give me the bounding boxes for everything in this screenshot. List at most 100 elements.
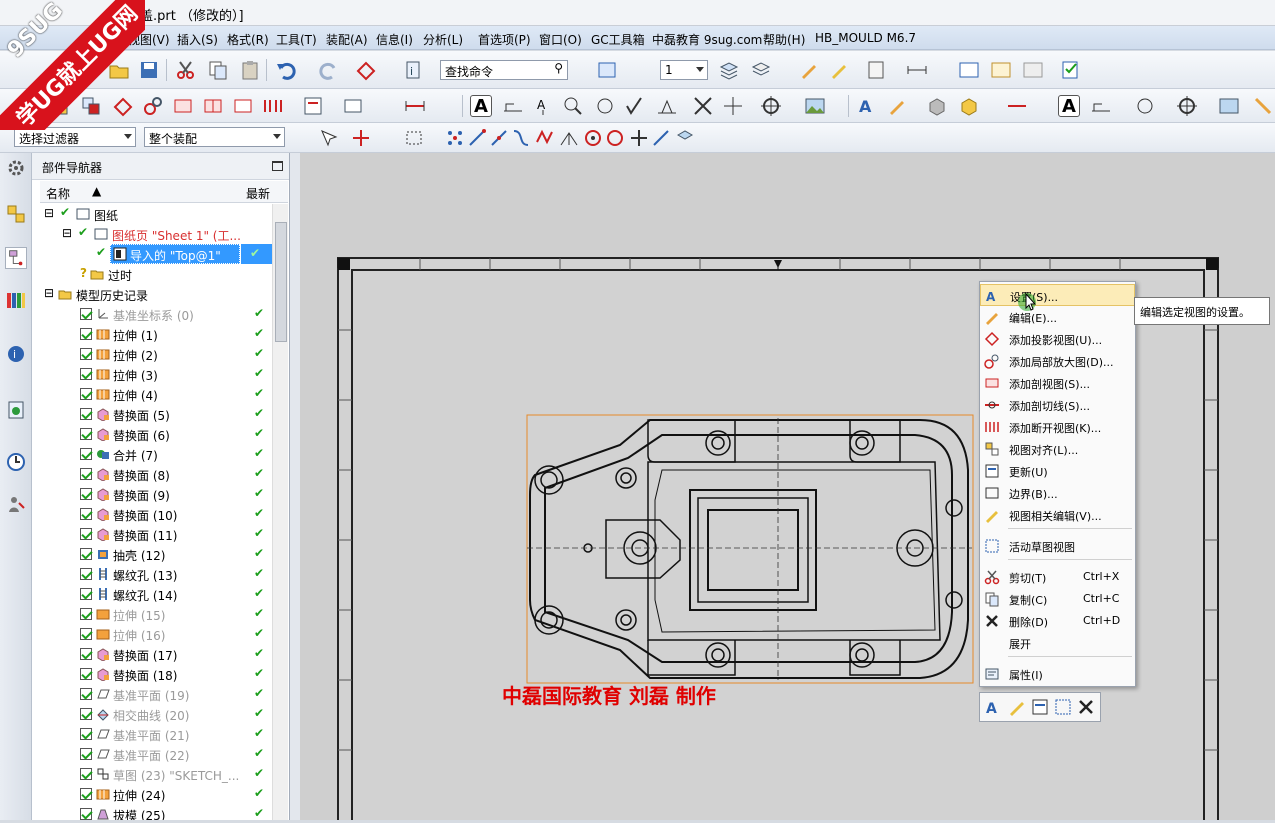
tree-item-model-history[interactable]: ⊟ 模型历史记录 (40, 284, 272, 304)
menu-analysis[interactable]: 分析(L) (423, 31, 463, 48)
gear-icon[interactable] (5, 157, 27, 179)
tree-item-drawing[interactable]: ⊟ ✔ 图纸 (40, 204, 272, 224)
info-icon[interactable]: i (402, 59, 424, 81)
select-feature-icon[interactable] (318, 127, 340, 149)
point-on-surface-icon[interactable] (674, 127, 696, 149)
intersection-icon[interactable] (534, 127, 556, 149)
tree-item-feature[interactable]: 拉伸 (24) ✔ (40, 784, 272, 804)
weld-symbol-icon[interactable] (656, 95, 678, 117)
work-layer-select[interactable]: 1 (660, 60, 708, 80)
revolved-section-icon[interactable] (232, 95, 254, 117)
menu-insert[interactable]: 插入(S) (177, 31, 218, 48)
symbol-icon[interactable] (594, 95, 616, 117)
rect-select-icon[interactable] (404, 127, 426, 149)
layer-settings-icon[interactable] (718, 59, 740, 81)
reuse-library-icon[interactable] (5, 289, 27, 311)
bolt-circle-icon[interactable] (722, 95, 744, 117)
tree-item-feature[interactable]: 拔模 (25) ✔ (40, 804, 272, 820)
projected-view-icon[interactable] (112, 95, 134, 117)
tree-item-feature[interactable]: 基准平面 (19) ✔ (40, 684, 272, 704)
menu-help[interactable]: 帮助(H) (763, 31, 805, 48)
datum-feature-icon[interactable]: A (532, 95, 554, 117)
scrollbar-thumb[interactable] (275, 222, 287, 342)
arc-center-icon[interactable] (558, 127, 580, 149)
menu-view[interactable]: 视图(V) (128, 31, 170, 48)
menu-assembly[interactable]: 装配(A) (326, 31, 368, 48)
half-section-icon[interactable] (202, 95, 224, 117)
menu-item-settings[interactable]: A设置(S)... (980, 284, 1135, 306)
note-2-icon[interactable]: A (1058, 95, 1080, 117)
tree-item-sheet[interactable]: ⊟ ✔ 图纸页 "Sheet 1" (工... (40, 224, 272, 244)
menu-item-add-section-line[interactable]: 添加剖切线(S)... (980, 394, 1135, 416)
menu-item-view-align[interactable]: 视图对齐(L)... (980, 438, 1135, 460)
tree-item-feature[interactable]: 替换面 (17) ✔ (40, 644, 272, 664)
sort-ascending-icon[interactable]: ▲ (92, 184, 101, 198)
mini-edit-icon[interactable] (1006, 696, 1028, 718)
menu-zhonglei[interactable]: 中磊教育 9sug.com (652, 31, 762, 48)
tree-item-feature[interactable]: 草图 (23) "SKETCH_... ✔ (40, 764, 272, 784)
tree-item-feature[interactable]: 替换面 (9) ✔ (40, 484, 272, 504)
column-name[interactable]: 名称 (46, 185, 70, 202)
tree-item-feature[interactable]: 替换面 (8) ✔ (40, 464, 272, 484)
text-style-icon[interactable]: A (856, 95, 878, 117)
menu-tools[interactable]: 工具(T) (276, 31, 317, 48)
menu-item-boundary[interactable]: 边界(B)... (980, 482, 1135, 504)
end-point-icon[interactable] (466, 127, 488, 149)
cut-icon[interactable] (175, 59, 197, 81)
tree-item-feature[interactable]: 拉伸 (16) ✔ (40, 624, 272, 644)
menu-item-properties[interactable]: 属性(I) (980, 663, 1135, 685)
tree-item-outdated[interactable]: ? 过时 (40, 264, 272, 284)
quadrant-icon[interactable] (604, 127, 626, 149)
symbol-2-icon[interactable] (1134, 95, 1156, 117)
panel-splitter[interactable] (290, 153, 300, 820)
dimension-2-icon[interactable] (1006, 95, 1028, 117)
menu-gc-toolbox[interactable]: GC工具箱 (591, 31, 645, 48)
copy-icon[interactable] (207, 59, 229, 81)
tree-item-feature[interactable]: 替换面 (11) ✔ (40, 524, 272, 544)
menu-item-view-dependent-edit[interactable]: 视图相关编辑(V)... (980, 504, 1135, 526)
navigator-scrollbar[interactable] (272, 204, 288, 820)
tree-item-feature[interactable]: 替换面 (5) ✔ (40, 404, 272, 424)
center-mark-icon[interactable] (760, 95, 782, 117)
menu-item-delete[interactable]: 删除(D) Ctrl+D (980, 610, 1135, 632)
menu-item-cut[interactable]: 剪切(T) Ctrl+X (980, 566, 1135, 588)
tree-item-feature[interactable]: 拉伸 (1) ✔ (40, 324, 272, 344)
update-view-icon[interactable] (302, 95, 324, 117)
paste-icon[interactable] (239, 59, 261, 81)
solid-icon[interactable] (926, 95, 948, 117)
surface-finish-icon[interactable] (624, 95, 646, 117)
menu-item-add-break-view[interactable]: 添加断开视图(K)... (980, 416, 1135, 438)
edit-annotation-icon[interactable] (886, 95, 908, 117)
tree-item-feature[interactable]: 拉伸 (2) ✔ (40, 344, 272, 364)
update-views-icon[interactable] (355, 59, 377, 81)
open-icon[interactable] (108, 59, 130, 81)
menu-format[interactable]: 格式(R) (227, 31, 269, 48)
section-view-icon[interactable] (172, 95, 194, 117)
assembly-navigator-icon[interactable] (5, 203, 27, 225)
note-icon[interactable]: A (470, 95, 492, 117)
menu-hb-mould[interactable]: HB_MOULD M6.7 (815, 31, 916, 45)
column-latest[interactable]: 最新 (246, 185, 270, 202)
tree-item-feature[interactable]: 合并 (7) ✔ (40, 444, 272, 464)
show-hide-icon[interactable] (828, 59, 850, 81)
open-sheet-icon[interactable] (990, 59, 1012, 81)
clock-icon[interactable] (5, 451, 27, 473)
tree-item-feature[interactable]: 螺纹孔 (13) ✔ (40, 564, 272, 584)
image-icon[interactable] (804, 95, 826, 117)
collapse-icon[interactable]: ⊟ (62, 226, 72, 240)
mini-settings-icon[interactable]: A (983, 696, 1005, 718)
menu-preferences[interactable]: 首选项(P) (478, 31, 531, 48)
mini-sketch-view-icon[interactable] (1052, 696, 1074, 718)
move-to-layer-icon[interactable] (750, 59, 772, 81)
selection-filter-select[interactable]: 选择过滤器 (14, 127, 136, 147)
collapse-icon[interactable]: ⊟ (44, 286, 54, 300)
tree-item-feature[interactable]: 拉伸 (15) ✔ (40, 604, 272, 624)
part-navigator-icon[interactable] (5, 247, 27, 269)
mid-point-icon[interactable] (488, 127, 510, 149)
assembly-scope-select[interactable]: 整个装配 (144, 127, 285, 147)
tree-item-feature[interactable]: 替换面 (18) ✔ (40, 664, 272, 684)
fit-view-icon[interactable] (596, 59, 618, 81)
display-sheet-icon[interactable] (1022, 59, 1044, 81)
menu-item-add-detail-view[interactable]: 添加局部放大图(D)... (980, 350, 1135, 372)
view-boundary-icon[interactable] (342, 95, 364, 117)
